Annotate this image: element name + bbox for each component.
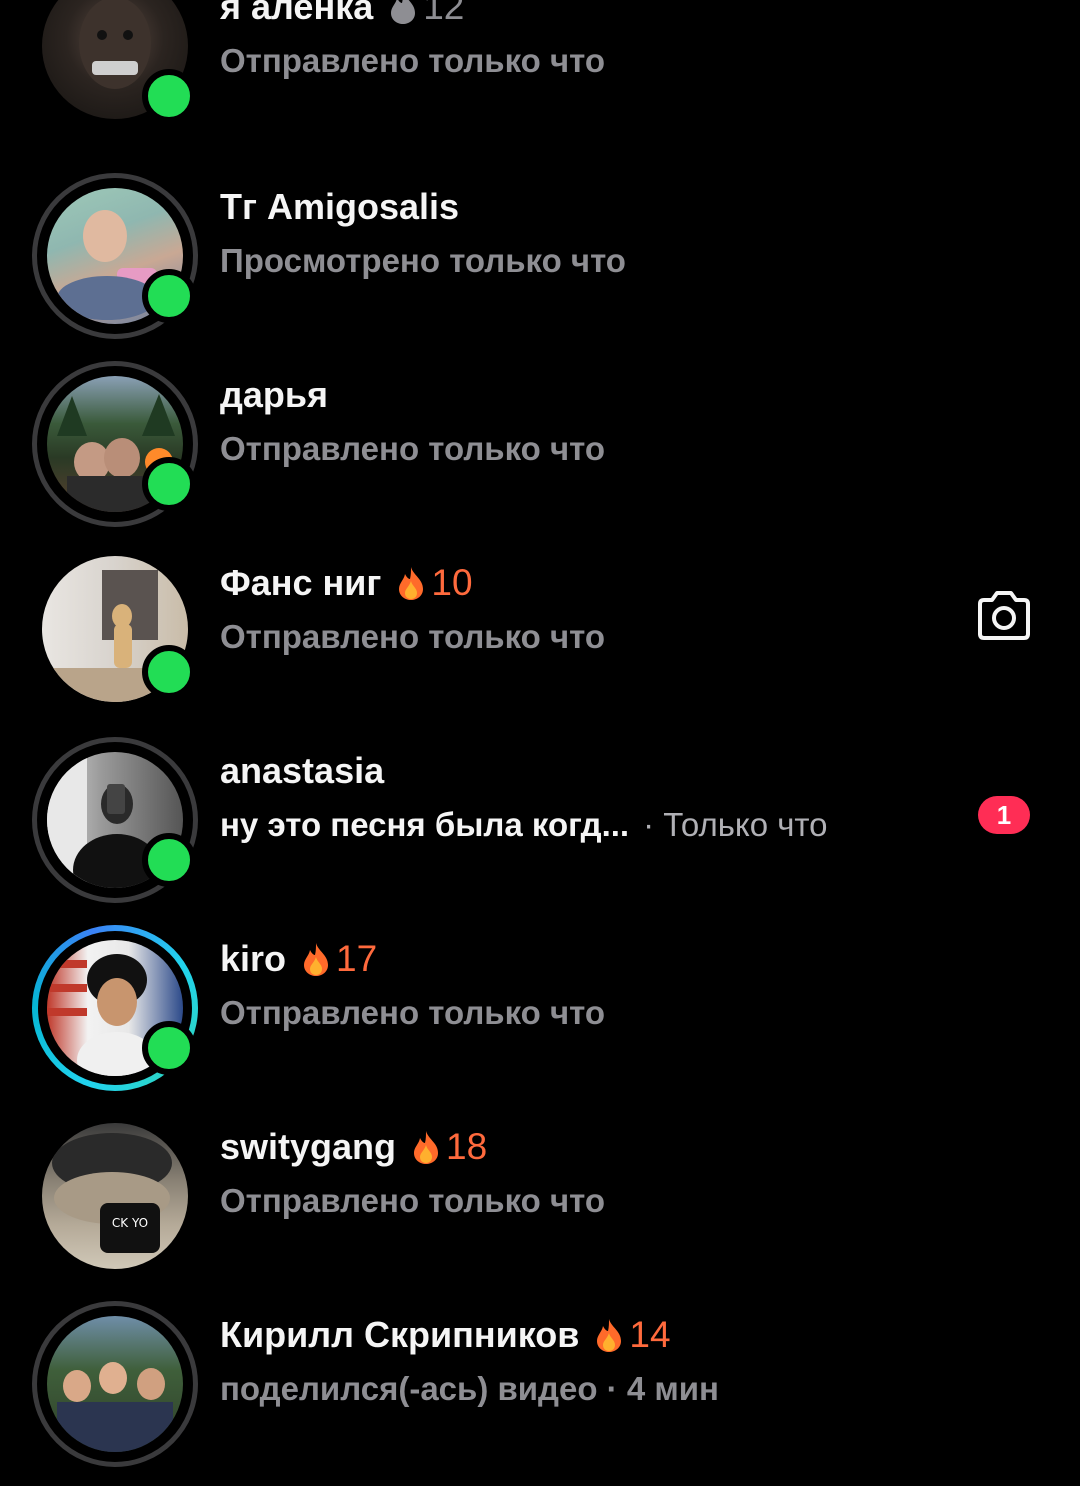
chat-name: kiro: [220, 938, 287, 979]
chat-row[interactable]: Фанс ниг 10 Отправлено только что: [0, 546, 1080, 734]
message-time: · Только что: [643, 806, 828, 843]
chat-status: Отправлено только что: [220, 430, 606, 467]
flame-icon: [414, 1131, 439, 1164]
svg-text:CK YO: CK YO: [112, 1216, 148, 1230]
chat-status: Отправлено только что: [220, 42, 606, 79]
streak-count: 17: [336, 938, 378, 979]
last-message: ну это песня была когд...: [220, 806, 630, 843]
online-indicator: [142, 1021, 196, 1075]
chat-row[interactable]: дарья Отправлено только что: [0, 358, 1080, 546]
chat-name: дарья: [220, 374, 328, 415]
online-indicator: [142, 457, 196, 511]
streak-badge: 10: [395, 562, 473, 604]
streak-count: 10: [431, 562, 473, 603]
chat-name: switygang: [220, 1126, 397, 1167]
chat-status: Отправлено только что: [220, 994, 606, 1031]
online-indicator: [142, 645, 196, 699]
flame-icon: [399, 567, 424, 600]
chat-name: Фанс ниг: [220, 562, 382, 603]
flame-icon: [304, 943, 329, 976]
online-indicator: [142, 269, 196, 323]
chat-status: поделился(-ась) видео · 4 мин: [220, 1370, 719, 1407]
avatar[interactable]: [32, 173, 198, 339]
chat-name: я аленка: [220, 0, 374, 27]
chat-row[interactable]: CK YO switygang 18 Отправлено только что: [0, 1110, 1080, 1298]
chat-row[interactable]: kiro 17 Отправлено только что: [0, 922, 1080, 1110]
avatar[interactable]: CK YO: [32, 1113, 198, 1279]
camera-icon[interactable]: [972, 588, 1036, 644]
chat-status: Отправлено только что: [220, 1182, 606, 1219]
chat-row[interactable]: anastasia ну это песня была когд... · Тол…: [0, 734, 1080, 922]
streak-badge: 12: [387, 0, 464, 28]
chat-row[interactable]: я аленка 12 Отправлено только что: [0, 0, 1080, 158]
flame-icon: [391, 0, 416, 24]
streak-badge: 17: [300, 938, 377, 980]
avatar[interactable]: [32, 0, 198, 139]
streak-count: 18: [446, 1126, 488, 1167]
avatar-photo: [47, 1316, 183, 1452]
online-indicator: [142, 833, 196, 887]
streak-badge: 14: [593, 1314, 671, 1356]
chat-name: Тг Amigosalis: [220, 186, 460, 227]
chat-name: anastasia: [220, 750, 385, 791]
avatar[interactable]: [32, 549, 198, 715]
avatar[interactable]: [32, 925, 198, 1091]
chat-row[interactable]: Тг Amigosalis Просмотрено только что: [0, 170, 1080, 358]
avatar-photo: CK YO: [42, 1123, 188, 1269]
streak-badge: 18: [410, 1126, 487, 1168]
chat-row[interactable]: Кирилл Скрипников 14 поделился(-ась) вид…: [0, 1298, 1080, 1486]
chat-name: Кирилл Скрипников: [220, 1314, 580, 1355]
online-indicator: [142, 69, 196, 123]
streak-count: 14: [629, 1314, 671, 1355]
streak-count: 12: [423, 0, 465, 27]
avatar[interactable]: [32, 1301, 198, 1467]
flame-icon: [597, 1319, 622, 1352]
avatar[interactable]: [32, 737, 198, 903]
unread-badge: 1: [978, 796, 1030, 834]
chat-status: Просмотрено только что: [220, 242, 626, 279]
chat-status: Отправлено только что: [220, 618, 606, 655]
avatar[interactable]: [32, 361, 198, 527]
